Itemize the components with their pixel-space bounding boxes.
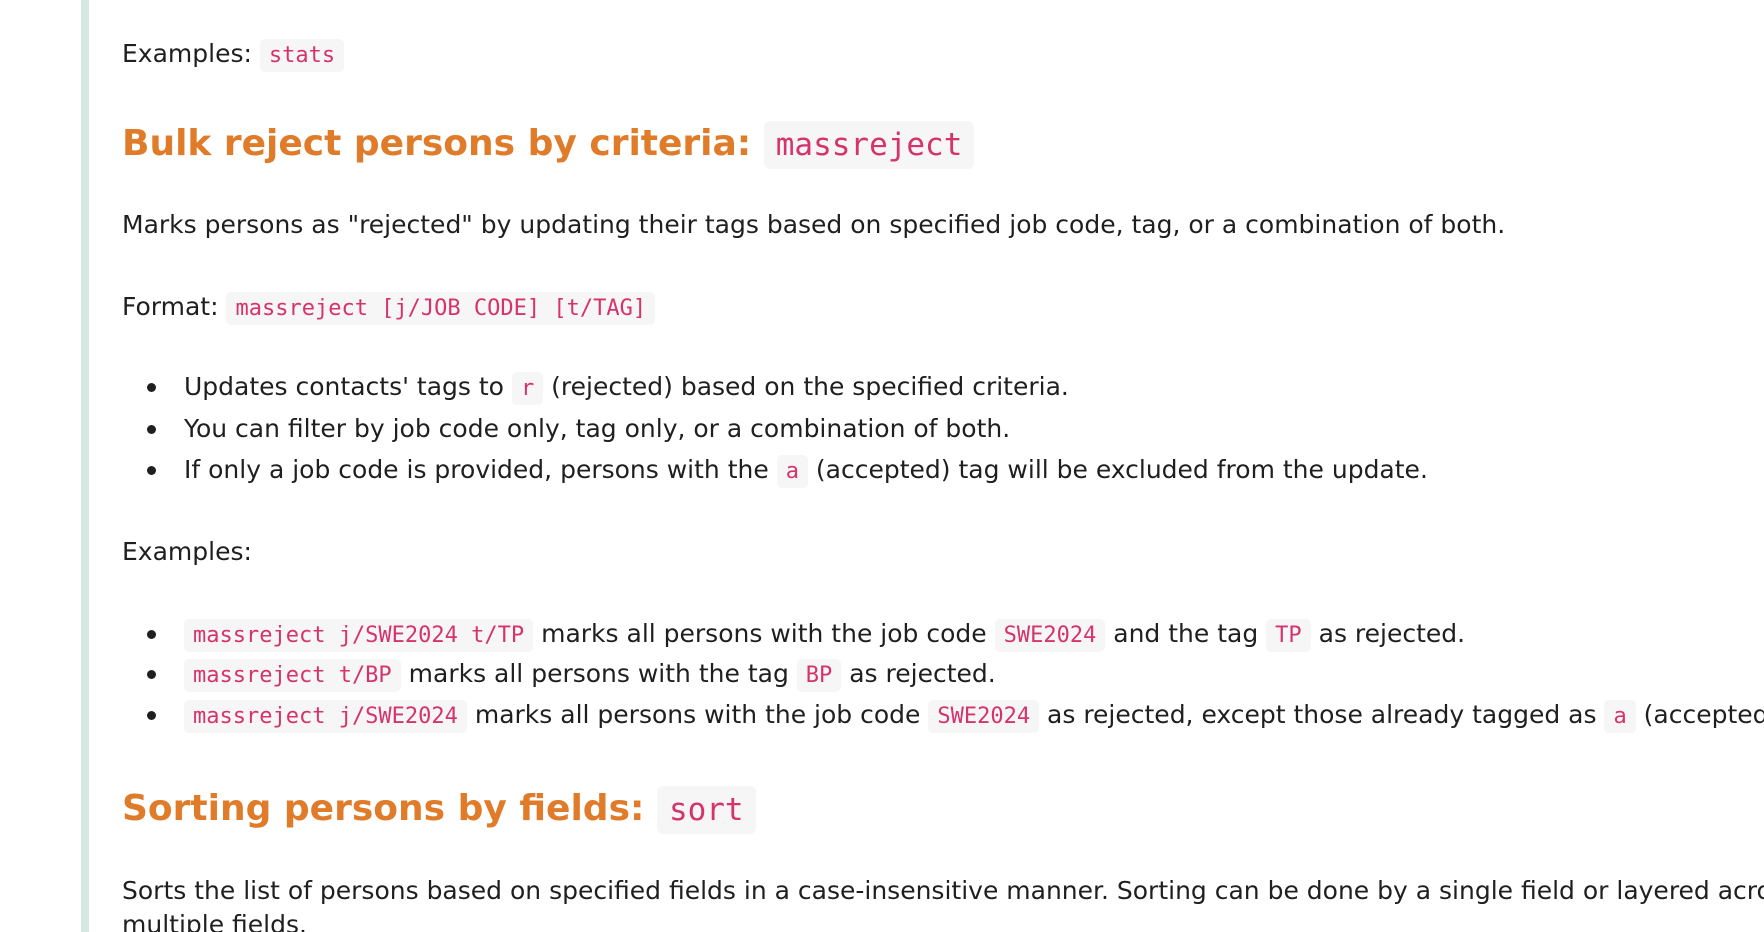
inline-code: r: [511, 372, 544, 405]
list-item: massreject j/SWE2024 t/TP marks all pers…: [122, 617, 1764, 657]
list-item: massreject j/SWE2024 marks all persons w…: [122, 698, 1764, 739]
massreject-format-line: Format: massreject [j/JOB CODE] [t/TAG]: [122, 290, 656, 326]
heading-code: massreject: [763, 121, 975, 169]
massreject-heading: Bulk reject persons by criteria: massrej…: [122, 119, 975, 170]
inline-code: massreject t/BP: [184, 659, 401, 692]
inline-code: massreject j/SWE2024: [184, 700, 467, 733]
massreject-examples-list: massreject j/SWE2024 t/TP marks all pers…: [122, 617, 1764, 739]
sort-description: Sorts the list of persons based on speci…: [122, 876, 1764, 932]
list-item: massreject t/BP marks all persons with t…: [122, 657, 1764, 698]
inline-code: SWE2024: [994, 619, 1106, 652]
list-item: You can filter by job code only, tag onl…: [122, 412, 1428, 453]
list-item: Updates contacts' tags to r (rejected) b…: [122, 370, 1428, 412]
blockquote-left-border: [81, 0, 89, 932]
format-code: massreject [j/JOB CODE] [t/TAG]: [226, 292, 656, 325]
format-label: Format:: [122, 292, 219, 321]
inline-code: massreject j/SWE2024 t/TP: [184, 619, 534, 652]
inline-code: stats: [259, 39, 345, 72]
heading-text: Sorting persons by fields:: [122, 788, 645, 829]
inline-code: a: [776, 455, 808, 488]
inline-code: a: [1604, 700, 1636, 733]
stats-examples-line: Examples: stats: [122, 37, 345, 73]
sort-heading: Sorting persons by fields: sort: [122, 784, 756, 835]
inline-code: BP: [796, 659, 842, 692]
massreject-examples-label: Examples:: [122, 537, 252, 566]
inline-code: SWE2024: [928, 700, 1040, 733]
heading-code: sort: [656, 786, 756, 834]
heading-text: Bulk reject persons by criteria:: [122, 123, 752, 164]
examples-label: Examples:: [122, 39, 252, 68]
massreject-bullet-list: Updates contacts' tags to r (rejected) b…: [122, 370, 1428, 495]
inline-code: TP: [1266, 619, 1311, 652]
list-item: If only a job code is provided, persons …: [122, 453, 1428, 495]
massreject-description: Marks persons as "rejected" by updating …: [122, 210, 1506, 239]
